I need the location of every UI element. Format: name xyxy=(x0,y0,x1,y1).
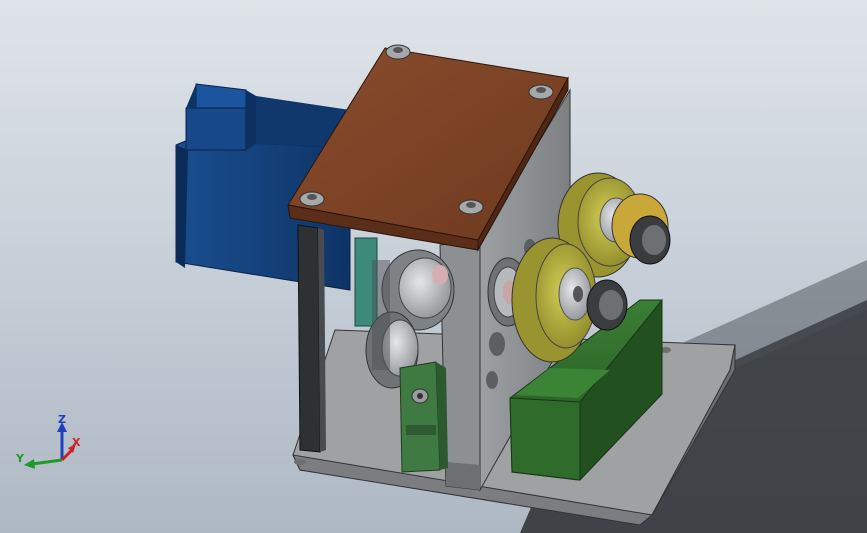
bearing-hole-1 xyxy=(489,332,505,356)
screw-bottom-right xyxy=(458,199,484,215)
z-axis-label: Z xyxy=(58,414,66,426)
bearing-hole-2 xyxy=(486,371,498,389)
motor-connector-box xyxy=(185,107,247,151)
screw-bottom-left xyxy=(299,191,325,207)
left-support-post[interactable] xyxy=(297,224,326,453)
y-axis-icon xyxy=(31,458,63,466)
screw-top-right xyxy=(528,84,554,100)
orientation-triad[interactable]: Z Y X xyxy=(14,414,86,476)
x-axis-label: X xyxy=(72,436,81,449)
cad-viewport[interactable]: Z Y X xyxy=(0,0,867,533)
screw-top-left xyxy=(385,44,411,60)
pinion-gear-lower[interactable] xyxy=(586,279,628,331)
y-axis-label: Y xyxy=(15,452,25,465)
assembly-model[interactable] xyxy=(0,0,867,533)
green-bracket[interactable] xyxy=(399,361,448,473)
